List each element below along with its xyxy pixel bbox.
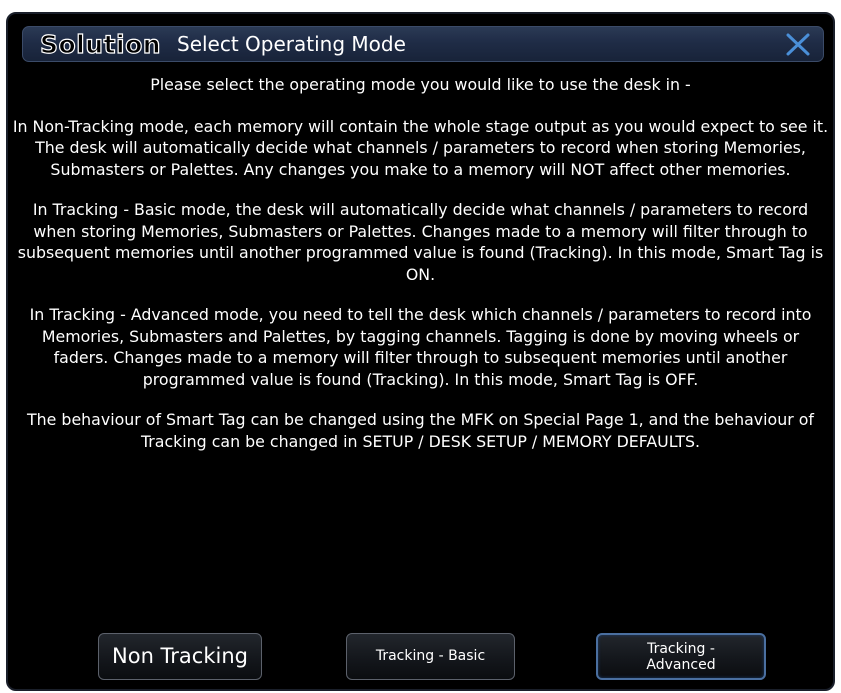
close-icon[interactable] — [783, 30, 813, 58]
tracking-advanced-label-line2: Advanced — [646, 657, 716, 673]
smart-tag-note: The behaviour of Smart Tag can be change… — [27, 410, 814, 451]
tracking-advanced-button[interactable]: Tracking - Advanced — [596, 633, 766, 680]
tracking-basic-button[interactable]: Tracking - Basic — [346, 633, 515, 680]
dialog-title: Select Operating Mode — [177, 32, 406, 56]
tracking-advanced-description: In Tracking - Advanced mode, you need to… — [29, 305, 812, 389]
title-bar: Solution Select Operating Mode — [22, 26, 824, 62]
dialog-message: Please select the operating mode you wou… — [8, 74, 833, 471]
tracking-basic-description: In Tracking - Basic mode, the desk will … — [17, 200, 824, 284]
non-tracking-button[interactable]: Non Tracking — [98, 633, 262, 680]
select-operating-mode-dialog: Solution Select Operating Mode Please se… — [6, 12, 835, 691]
tracking-advanced-label-line1: Tracking - — [647, 641, 715, 657]
non-tracking-description: In Non-Tracking mode, each memory will c… — [12, 116, 829, 179]
brand-logo: Solution — [39, 29, 162, 59]
intro-text: Please select the operating mode you wou… — [150, 75, 691, 94]
